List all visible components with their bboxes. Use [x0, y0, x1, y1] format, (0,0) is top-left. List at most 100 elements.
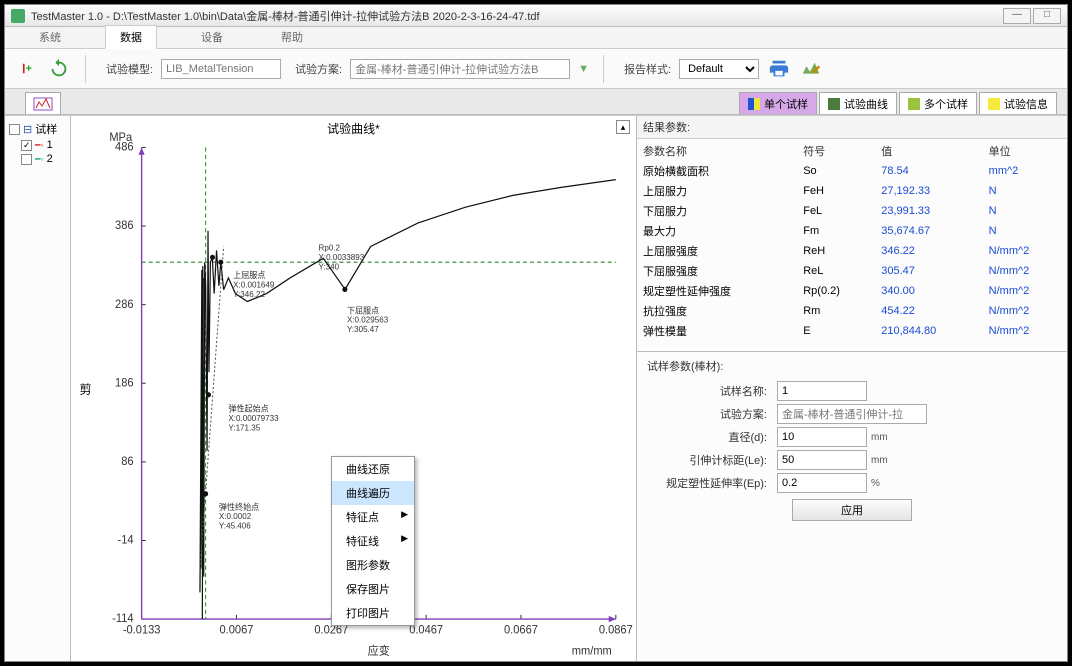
context-menu-item[interactable]: 打印图片 [332, 601, 414, 625]
tab-color-icon [988, 98, 1000, 110]
svg-text:上屈服点: 上屈服点 [233, 271, 265, 280]
sample-tree: ⊟ 试样 ━◦1━◦2 [5, 116, 71, 661]
tab-3[interactable]: 试验信息 [979, 92, 1057, 114]
context-menu-item[interactable]: 特征线▶ [332, 529, 414, 553]
minimize-button[interactable]: — [1003, 8, 1031, 24]
report-style-select[interactable]: Default [679, 59, 759, 79]
svg-text:X:0.001649: X:0.001649 [233, 280, 275, 289]
tab-label: 单个试样 [764, 96, 808, 112]
gauge-input[interactable] [777, 450, 867, 470]
result-row: 下屈服强度ReL305.47N/mm^2 [637, 261, 1067, 281]
tab-color-icon [828, 98, 840, 110]
diameter-label: 直径(d): [647, 429, 777, 445]
svg-text:弹性起始点: 弹性起始点 [228, 403, 268, 413]
print-icon[interactable] [767, 57, 791, 81]
checkbox-icon[interactable] [9, 124, 20, 135]
refresh-icon[interactable] [47, 57, 71, 81]
right-panel: 结果参数: 参数名称符号值单位 原始横截面积So78.54mm^2上屈服力FeH… [637, 116, 1067, 661]
result-row: 下屈服力FeL23,991.33N [637, 201, 1067, 221]
tab-label: 多个试样 [924, 96, 968, 112]
svg-text:Y:45.406: Y:45.406 [219, 522, 251, 531]
svg-text:-0.0133: -0.0133 [123, 625, 161, 637]
result-row: 原始横截面积So78.54mm^2 [637, 161, 1067, 181]
result-row: 上屈服力FeH27,192.33N [637, 181, 1067, 201]
name-input[interactable] [777, 381, 867, 401]
tab-color-icon [748, 98, 760, 110]
menu-device[interactable]: 设备 [187, 26, 237, 48]
svg-text:Y:305.47: Y:305.47 [347, 325, 379, 334]
menu-system[interactable]: 系统 [25, 26, 75, 48]
gauge-label: 引伸计标距(Le): [647, 452, 777, 468]
name-label: 试样名称: [647, 383, 777, 399]
result-row: 弹性模量E210,844.80N/mm^2 [637, 321, 1067, 341]
context-menu-item[interactable]: 特征点▶ [332, 505, 414, 529]
diameter-input[interactable] [777, 427, 867, 447]
svg-text:MPa: MPa [109, 132, 132, 144]
context-menu-item[interactable]: 曲线还原 [332, 457, 414, 481]
svg-text:Y:340: Y:340 [319, 262, 340, 271]
left-tab-icon[interactable] [25, 92, 61, 114]
tabstrip: 单个试样 试验曲线 多个试样试验信息 [5, 89, 1067, 115]
svg-text:Y:171.35: Y:171.35 [228, 423, 260, 432]
svg-text:X:0.0033893: X:0.0033893 [319, 253, 365, 262]
svg-text:86: 86 [121, 456, 133, 468]
checkbox-icon[interactable] [21, 154, 32, 165]
svg-text:0.0067: 0.0067 [220, 625, 254, 637]
tree-root[interactable]: ⊟ 试样 [9, 120, 66, 138]
ep-input[interactable] [777, 473, 867, 493]
context-menu-item[interactable]: 曲线遍历 [332, 481, 414, 505]
tree-item-label: 2 [47, 153, 53, 165]
scheme-form-value [777, 404, 927, 424]
menu-help[interactable]: 帮助 [267, 26, 317, 48]
chart-context-menu: 曲线还原曲线遍历特征点▶特征线▶图形参数保存图片打印图片 [331, 456, 415, 626]
svg-text:Rp0.2: Rp0.2 [319, 243, 341, 252]
result-row: 上屈服强度ReH346.22N/mm^2 [637, 241, 1067, 261]
menu-data[interactable]: 数据 [105, 25, 157, 49]
tree-item[interactable]: ━◦2 [21, 152, 66, 166]
svg-text:0.0867: 0.0867 [599, 625, 633, 637]
ep-label: 规定塑性延伸率(Ep): [647, 475, 777, 491]
context-menu-item[interactable]: 图形参数 [332, 553, 414, 577]
svg-text:X:0.0002: X:0.0002 [219, 512, 252, 521]
svg-text:0.0467: 0.0467 [409, 625, 443, 637]
tab-1[interactable]: 试验曲线 [819, 92, 897, 114]
chart-area[interactable]: 试验曲线* ▴ 剪 -114-1486186286386486-0.01330.… [71, 116, 637, 661]
tree-item[interactable]: ━◦1 [21, 138, 66, 152]
result-row: 最大力Fm35,674.67N [637, 221, 1067, 241]
chart-edit-icon[interactable] [799, 57, 823, 81]
svg-text:186: 186 [115, 377, 133, 389]
svg-text:应变: 应变 [368, 644, 390, 658]
checkbox-icon[interactable] [21, 140, 32, 151]
sample-color-icon: ━◦ [35, 140, 44, 151]
svg-text:弹性终始点: 弹性终始点 [219, 502, 259, 512]
svg-text:mm/mm: mm/mm [572, 646, 612, 658]
svg-text:下屈服点: 下屈服点 [347, 306, 379, 315]
tab-color-icon [908, 98, 920, 110]
diameter-unit: mm [871, 432, 888, 443]
model-label: 试验模型: [106, 61, 153, 77]
toolbar: Ⅰ+ 试验模型: 试验方案: ▼ 报告样式: Default [5, 49, 1067, 89]
ep-unit: % [871, 478, 880, 489]
svg-text:0.0667: 0.0667 [504, 625, 538, 637]
maximize-button[interactable]: □ [1033, 8, 1061, 24]
svg-text:X:0.029563: X:0.029563 [347, 316, 389, 325]
svg-text:Y:346.22: Y:346.22 [233, 290, 265, 299]
results-table: 参数名称符号值单位 原始横截面积So78.54mm^2上屈服力FeH27,192… [637, 141, 1067, 341]
result-row: 抗拉强度Rm454.22N/mm^2 [637, 301, 1067, 321]
menubar: 系统 数据 设备 帮助 [5, 27, 1067, 49]
tab-2[interactable]: 多个试样 [899, 92, 977, 114]
model-value [161, 59, 281, 79]
svg-text:-114: -114 [112, 613, 133, 625]
scheme-form-label: 试验方案: [647, 406, 777, 422]
specimen-icon[interactable]: Ⅰ+ [15, 57, 39, 81]
titlebar: TestMaster 1.0 - D:\TestMaster 1.0\bin\D… [5, 5, 1067, 27]
app-icon [11, 9, 25, 23]
apply-button[interactable]: 应用 [792, 499, 912, 521]
context-menu-item[interactable]: 保存图片 [332, 577, 414, 601]
tab-label: 试验曲线 [844, 96, 888, 112]
scheme-value [350, 59, 570, 79]
tree-root-label: 试样 [35, 121, 57, 137]
tab-0[interactable]: 单个试样 [739, 92, 817, 114]
svg-text:X:0.00079733: X:0.00079733 [228, 414, 279, 423]
svg-text:386: 386 [115, 220, 133, 232]
